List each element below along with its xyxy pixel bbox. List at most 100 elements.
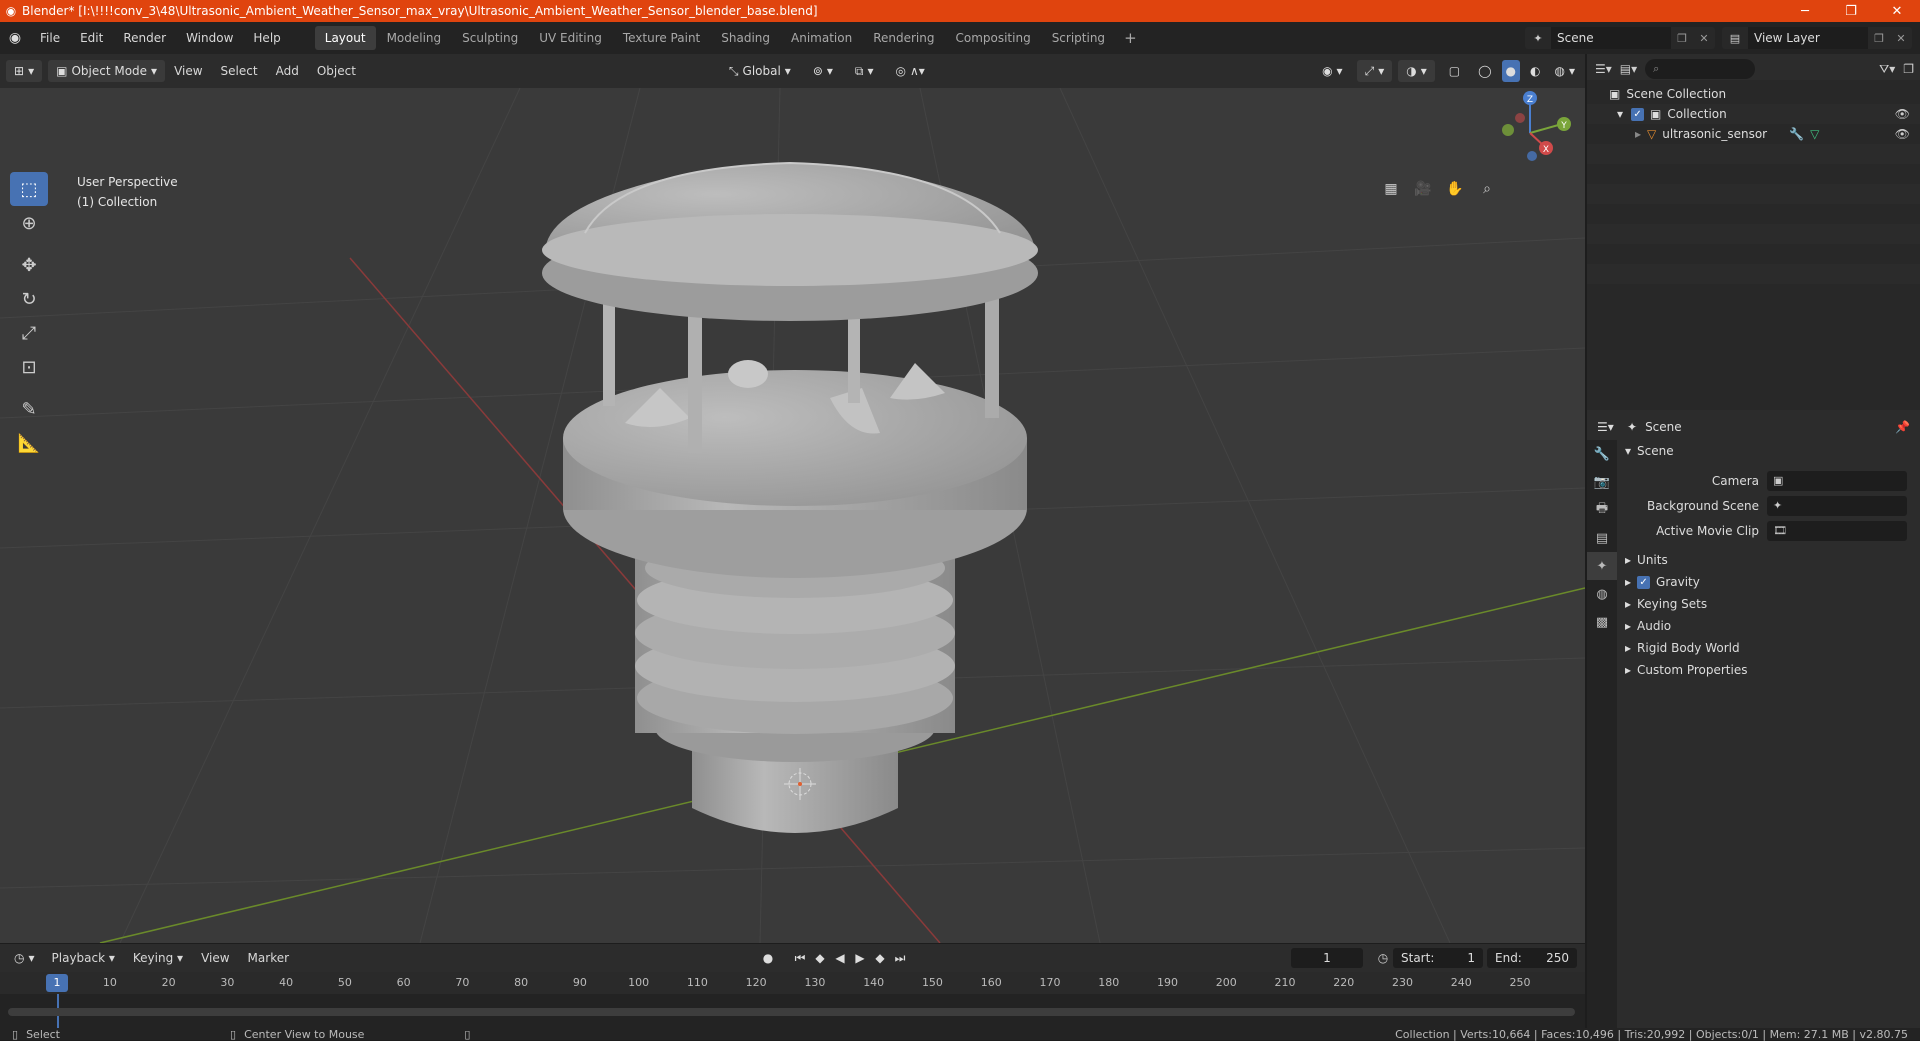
render-tab-icon[interactable]: 📷 xyxy=(1587,468,1617,496)
move-tool-icon[interactable]: ✥ xyxy=(10,248,48,282)
gizmo-neg-y[interactable] xyxy=(1502,124,1514,136)
gizmo-neg-z[interactable] xyxy=(1527,151,1537,161)
tab-animation[interactable]: Animation xyxy=(781,26,862,50)
gravity-checkbox[interactable]: ✓ xyxy=(1637,575,1651,589)
minimize-button[interactable]: ─ xyxy=(1782,4,1828,19)
menu-window[interactable]: Window xyxy=(176,22,243,54)
ultrasonic-sensor-model[interactable] xyxy=(542,161,1038,833)
overlay-toggle[interactable]: ◑ ▾ xyxy=(1398,60,1435,82)
tab-sculpting[interactable]: Sculpting xyxy=(452,26,528,50)
delete-scene-icon[interactable]: ✕ xyxy=(1693,32,1715,45)
outliner-editor-type-icon[interactable]: ☰▾ xyxy=(1595,62,1612,76)
new-scene-icon[interactable]: ❐ xyxy=(1671,32,1693,45)
view-layer-tab-icon[interactable]: ▤ xyxy=(1587,524,1617,552)
tab-scripting[interactable]: Scripting xyxy=(1042,26,1115,50)
transform-orientation-dropdown[interactable]: ⤡ Global ▾ xyxy=(721,60,799,82)
jump-start-icon[interactable]: ⏮ xyxy=(790,951,810,966)
view-layer-name[interactable]: View Layer xyxy=(1748,27,1868,49)
menu-render[interactable]: Render xyxy=(113,22,176,54)
panel-keying-sets[interactable]: ▸ Keying Sets xyxy=(1617,593,1920,615)
menu-file[interactable]: File xyxy=(30,22,70,54)
pin-icon[interactable]: 📌 xyxy=(1895,420,1910,434)
menu-playback[interactable]: Playback ▾ xyxy=(43,951,124,965)
solid-shading-button[interactable]: ● xyxy=(1501,60,1520,82)
tab-uv-editing[interactable]: UV Editing xyxy=(529,26,612,50)
delete-view-layer-icon[interactable]: ✕ xyxy=(1890,32,1912,45)
current-frame-indicator[interactable]: 1 xyxy=(46,974,68,992)
rotate-tool-icon[interactable]: ↻ xyxy=(10,282,48,316)
cursor-tool-icon[interactable]: ⊕ xyxy=(10,206,48,240)
camera-field[interactable]: ▣ xyxy=(1767,470,1907,491)
gizmo-neg-x[interactable] xyxy=(1515,113,1525,123)
jump-end-icon[interactable]: ⏭ xyxy=(890,951,910,966)
scale-tool-icon[interactable]: ⤢ xyxy=(10,316,48,350)
outliner-search-input[interactable]: ⌕ xyxy=(1645,59,1756,79)
visibility-button[interactable]: ◉ ▾ xyxy=(1314,60,1351,82)
texture-tab-icon[interactable]: ▩ xyxy=(1587,608,1617,636)
mode-dropdown[interactable]: ▣ Object Mode ▾ xyxy=(48,60,166,82)
properties-editor-type-icon[interactable]: ☰▾ xyxy=(1597,420,1614,434)
tool-tab-icon[interactable]: 🔧 xyxy=(1587,440,1617,468)
pan-view-hand-icon[interactable]: ✋ xyxy=(1442,176,1468,202)
tab-texture-paint[interactable]: Texture Paint xyxy=(613,26,710,50)
menu-help[interactable]: Help xyxy=(243,22,290,54)
annotate-tool-icon[interactable]: ✎ xyxy=(10,392,48,426)
tab-layout[interactable]: Layout xyxy=(314,26,376,50)
play-icon[interactable]: ▶ xyxy=(850,951,870,965)
3d-viewport[interactable]: ⬚ ⊕ ✥ ↻ ⤢ ⊡ ✎ 📐 User Perspective (1) Col… xyxy=(0,88,1585,943)
display-mode-icon[interactable]: ▤▾ xyxy=(1620,62,1637,76)
tab-rendering[interactable]: Rendering xyxy=(863,26,944,50)
new-collection-icon[interactable]: ❐ xyxy=(1903,62,1914,76)
current-frame-field[interactable]: 1 xyxy=(1291,948,1363,968)
editor-type-button[interactable]: ⊞ ▾ xyxy=(6,60,43,82)
view-layer-selector[interactable]: ▤ View Layer ❐ ✕ xyxy=(1722,27,1912,49)
new-view-layer-icon[interactable]: ❐ xyxy=(1868,32,1890,45)
tab-compositing[interactable]: Compositing xyxy=(945,26,1040,50)
zoom-view-icon[interactable]: ⌕ xyxy=(1474,176,1500,202)
menu-timeline-view[interactable]: View xyxy=(192,951,238,965)
camera-view-icon[interactable]: 🎥 xyxy=(1410,176,1436,202)
world-tab-icon[interactable]: ◍ xyxy=(1587,580,1617,608)
jump-keyframe-forward-icon[interactable]: ◆ xyxy=(870,951,890,965)
menu-view[interactable]: View xyxy=(165,64,211,78)
menu-add[interactable]: Add xyxy=(267,64,308,78)
pivot-point-button[interactable]: ⊚ ▾ xyxy=(805,60,841,82)
menu-keying[interactable]: Keying ▾ xyxy=(124,951,192,965)
navigation-gizmo[interactable]: Z Y X xyxy=(1480,88,1580,178)
select-box-tool-icon[interactable]: ⬚ xyxy=(10,172,48,206)
panel-units[interactable]: ▸ Units xyxy=(1617,549,1920,571)
menu-marker[interactable]: Marker xyxy=(239,951,298,965)
measure-tool-icon[interactable]: 📐 xyxy=(10,426,48,460)
menu-edit[interactable]: Edit xyxy=(70,22,113,54)
timeline[interactable]: 1 10 20 30 40 50 60 70 80 90 100 110 120 130 140 150 160… xyxy=(0,972,1585,1028)
expand-arrow-icon[interactable]: ▾ xyxy=(1617,107,1623,121)
transform-tool-icon[interactable]: ⊡ xyxy=(10,350,48,384)
frame-ruler[interactable]: 1 10 20 30 40 50 60 70 80 90 100 110 120 130 140 150 160… xyxy=(0,972,1585,994)
scene-tab-icon[interactable]: ✦ xyxy=(1587,552,1617,580)
wireframe-shading-button[interactable]: ◯ xyxy=(1474,60,1495,82)
scene-name[interactable]: Scene xyxy=(1551,27,1671,49)
blender-menu-icon[interactable]: ◉ xyxy=(0,30,30,46)
object-visibility-eye-icon[interactable]: 👁 xyxy=(1895,127,1910,141)
jump-keyframe-back-icon[interactable]: ◆ xyxy=(810,951,830,965)
panel-gravity[interactable]: ▸ ✓ Gravity xyxy=(1617,571,1920,593)
material-shading-button[interactable]: ◐ xyxy=(1526,60,1544,82)
tab-modeling[interactable]: Modeling xyxy=(377,26,452,50)
collection-checkbox[interactable]: ✓ xyxy=(1631,107,1645,121)
play-reverse-icon[interactable]: ◀ xyxy=(830,951,850,965)
output-tab-icon[interactable]: 🖶 xyxy=(1587,496,1617,524)
toggle-grid-icon[interactable]: ▦ xyxy=(1378,176,1404,202)
panel-audio[interactable]: ▸ Audio xyxy=(1617,615,1920,637)
timeline-editor-type-button[interactable]: ◷ ▾ xyxy=(6,947,43,969)
scene-section-header[interactable]: ▾ Scene xyxy=(1617,440,1920,462)
add-workspace-button[interactable]: + xyxy=(1116,29,1145,47)
tab-shading[interactable]: Shading xyxy=(711,26,780,50)
end-frame-field[interactable]: End: 250 xyxy=(1487,948,1577,968)
active-movie-clip-field[interactable]: 🎞 xyxy=(1767,520,1907,541)
panel-rigid-body-world[interactable]: ▸ Rigid Body World xyxy=(1617,637,1920,659)
outliner-row-scene-collection[interactable]: ▣ Scene Collection xyxy=(1587,84,1920,104)
snap-button[interactable]: ⧉ ▾ xyxy=(847,60,882,82)
outliner-row-collection[interactable]: ▾ ✓ ▣ Collection 👁 xyxy=(1587,104,1920,124)
timeline-scrollbar[interactable] xyxy=(8,1008,1575,1016)
rendered-shading-button[interactable]: ◍ ▾ xyxy=(1550,60,1579,82)
